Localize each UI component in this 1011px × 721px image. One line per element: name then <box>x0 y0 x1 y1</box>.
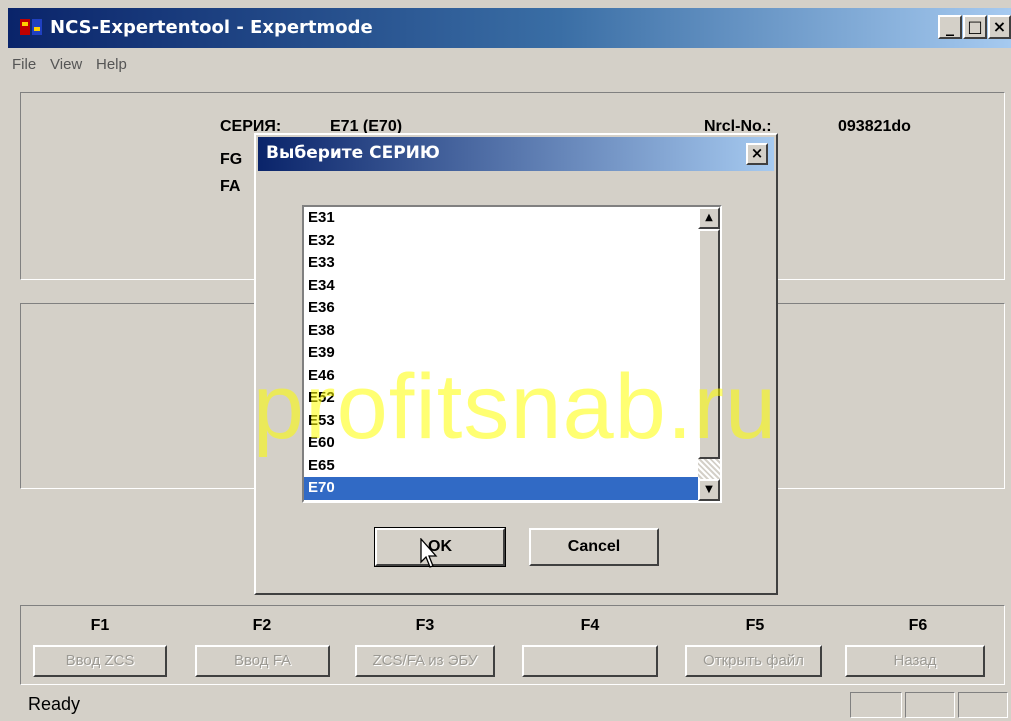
nrcl-value: 093821do <box>838 118 911 135</box>
f4-button[interactable] <box>522 645 658 677</box>
status-bar: Ready <box>8 688 1011 721</box>
series-listbox[interactable]: E31 E32 E33 E34 E36 E38 E39 E46 E52 E53 E60 E65 E70 … <box>302 205 722 503</box>
enter-zcs-button[interactable]: Ввод ZCS <box>33 645 167 677</box>
f6-label: F6 <box>908 617 928 634</box>
arrow-up-icon: ▲ <box>705 212 713 223</box>
enter-fa-button[interactable]: Ввод FA <box>195 645 330 677</box>
status-text: Ready <box>28 694 81 714</box>
series-list-item[interactable]: E65 <box>304 455 698 478</box>
scroll-up-button[interactable]: ▲ <box>698 207 720 229</box>
scroll-down-button[interactable]: ▼ <box>698 479 720 501</box>
status-pane <box>850 692 902 718</box>
menu-help[interactable]: Help <box>96 56 127 73</box>
scroll-track[interactable] <box>698 459 720 479</box>
list-scrollbar[interactable]: ▲ ▼ <box>698 207 720 501</box>
open-file-button[interactable]: Открыть файл <box>685 645 822 677</box>
window-titlebar[interactable]: NCS-Expertentool - Expertmode _ □ × <box>8 8 1011 48</box>
series-list-item[interactable]: E52 <box>304 387 698 410</box>
mouse-pointer-icon <box>420 538 438 568</box>
ncs-app-icon <box>20 19 42 35</box>
status-pane <box>958 692 1008 718</box>
dialog-title: Выберите СЕРИЮ <box>266 143 440 163</box>
back-button[interactable]: Назад <box>845 645 985 677</box>
series-list-item[interactable]: E32 <box>304 230 698 253</box>
cancel-button[interactable]: Cancel <box>529 528 659 566</box>
fa-label: FA <box>220 178 241 195</box>
status-pane <box>905 692 955 718</box>
series-list-item[interactable]: E70 <box>304 477 698 500</box>
series-list-item[interactable]: E60 <box>304 432 698 455</box>
series-list-item[interactable]: E33 <box>304 252 698 275</box>
fg-label: FG <box>220 151 243 168</box>
series-list-item[interactable]: E34 <box>304 275 698 298</box>
menu-file[interactable]: File <box>12 56 36 73</box>
menu-view[interactable]: View <box>50 56 82 73</box>
dialog-close-button[interactable]: × <box>746 143 768 165</box>
zcs-fa-from-ecu-button[interactable]: ZCS/FA из ЭБУ <box>355 645 495 677</box>
f4-label: F4 <box>580 617 600 634</box>
series-list-item[interactable]: E36 <box>304 297 698 320</box>
select-series-dialog: Выберите СЕРИЮ × E31 E32 E33 E34 E36 E38 E39 E4… <box>254 133 778 595</box>
f1-label: F1 <box>90 617 110 634</box>
series-list-item[interactable]: E53 <box>304 410 698 433</box>
f2-label: F2 <box>252 617 272 634</box>
scroll-thumb[interactable] <box>698 229 720 459</box>
series-list-item[interactable]: E31 <box>304 207 698 230</box>
close-button[interactable]: × <box>988 15 1011 39</box>
series-list-item[interactable]: E46 <box>304 365 698 388</box>
dialog-titlebar[interactable]: Выберите СЕРИЮ × <box>258 137 774 171</box>
f3-label: F3 <box>415 617 435 634</box>
arrow-down-icon: ▼ <box>705 484 713 495</box>
f5-label: F5 <box>745 617 765 634</box>
minimize-button[interactable]: _ <box>938 15 962 39</box>
series-list: E31 E32 E33 E34 E36 E38 E39 E46 E52 E53 E60 E65 E70 <box>304 207 698 500</box>
menu-bar: File View Help <box>8 48 1011 84</box>
series-list-item[interactable]: E38 <box>304 320 698 343</box>
window-title: NCS-Expertentool - Expertmode <box>50 17 373 38</box>
ok-button[interactable]: OK <box>374 527 506 567</box>
maximize-button[interactable]: □ <box>963 15 987 39</box>
series-list-item[interactable]: E39 <box>304 342 698 365</box>
